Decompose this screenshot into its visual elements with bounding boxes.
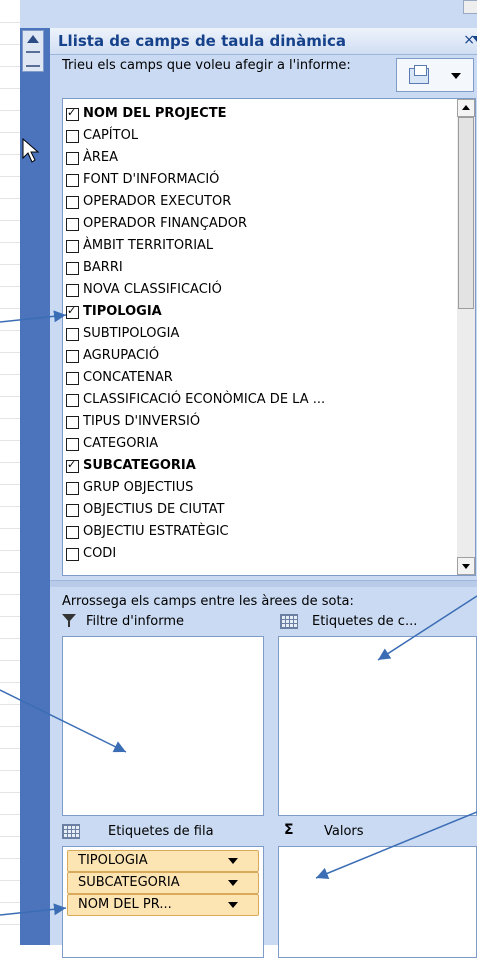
annotation-arrows [0, 310, 477, 916]
arrow-to-column-labels [377, 595, 477, 661]
mouse-pointer-icon [22, 138, 40, 163]
arrow-to-report-filter [0, 689, 127, 753]
arrow-to-row-labels [0, 903, 67, 916]
arrow-to-values [315, 811, 477, 879]
arrow-to-tipologia [0, 310, 67, 323]
